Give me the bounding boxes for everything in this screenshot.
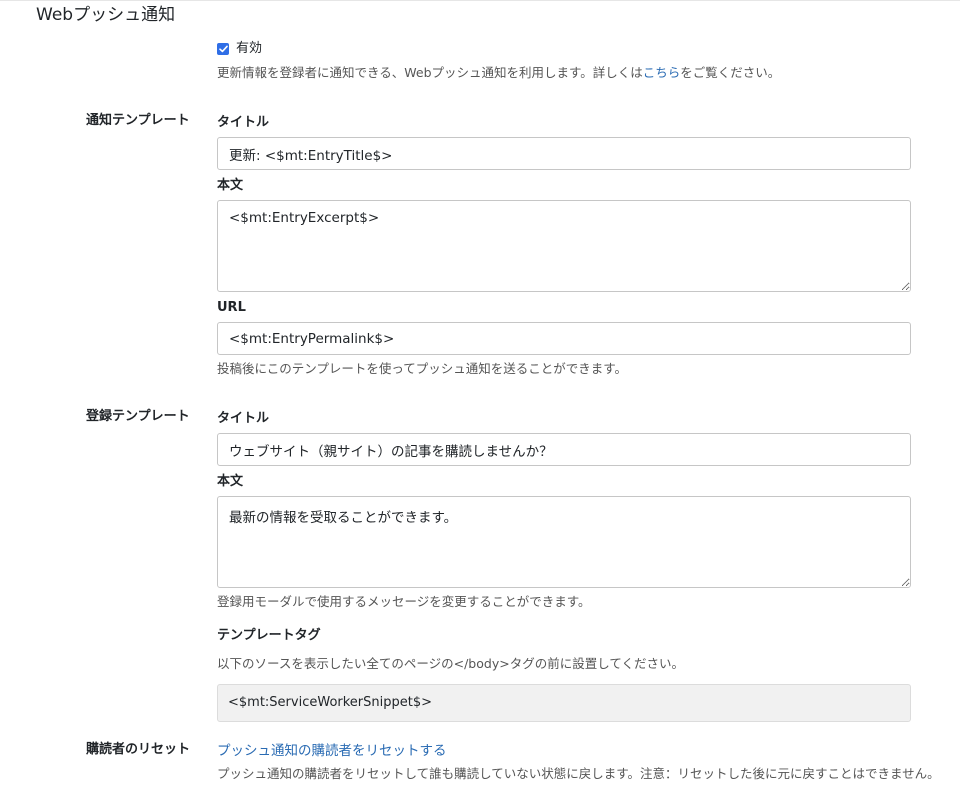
registration-body-textarea[interactable]: 最新の情報を受取ることができます。 (217, 496, 911, 588)
enabled-label: 有効 (236, 41, 263, 56)
registration-template-label: 登録テンプレート (86, 409, 190, 424)
service-worker-snippet[interactable]: <$mt:ServiceWorkerSnippet$> (217, 684, 911, 722)
registration-body-label: 本文 (217, 474, 244, 489)
notification-template-label: 通知テンプレート (86, 113, 190, 128)
notification-body-label: 本文 (217, 178, 244, 193)
enabled-hint: 更新情報を登録者に通知できる、Webプッシュ通知を利用します。詳しくはこちらをご… (217, 64, 780, 82)
subscriber-reset-hint: プッシュ通知の購読者をリセットして誰も購読していない状態に戻します。注意：リセッ… (217, 766, 940, 781)
enabled-hint-text-end: をご覧ください。 (680, 65, 781, 80)
template-tag-hint: 以下のソースを表示したい全てのページの</body>タグの前に設置してください。 (217, 656, 684, 671)
enabled-checkbox-row[interactable]: 有効 (217, 40, 262, 58)
registration-template-hint: 登録用モーダルで使用するメッセージを変更することができます。 (217, 594, 591, 609)
template-tag-label: テンプレートタグ (217, 628, 321, 643)
registration-title-label: タイトル (217, 411, 270, 426)
notification-url-input[interactable] (217, 322, 911, 355)
top-divider (0, 0, 960, 1)
notification-body-textarea[interactable]: <$mt:EntryExcerpt$> (217, 200, 911, 292)
section-title: Webプッシュ通知 (36, 5, 176, 25)
reset-subscribers-link[interactable]: プッシュ通知の購読者をリセットする (217, 742, 447, 760)
registration-title-input[interactable] (217, 433, 911, 466)
notification-title-label: タイトル (217, 115, 270, 130)
enabled-hint-text: 更新情報を登録者に通知できる、Webプッシュ通知を利用します。詳しくは (217, 65, 643, 80)
check-icon (218, 45, 228, 53)
enabled-checkbox[interactable] (217, 43, 229, 55)
notification-title-input[interactable] (217, 137, 911, 170)
subscriber-reset-label: 購読者のリセット (86, 742, 191, 757)
details-link[interactable]: こちら (643, 65, 681, 80)
notification-template-hint: 投稿後にこのテンプレートを使ってプッシュ通知を送ることができます。 (217, 361, 628, 376)
notification-url-label: URL (217, 300, 246, 315)
